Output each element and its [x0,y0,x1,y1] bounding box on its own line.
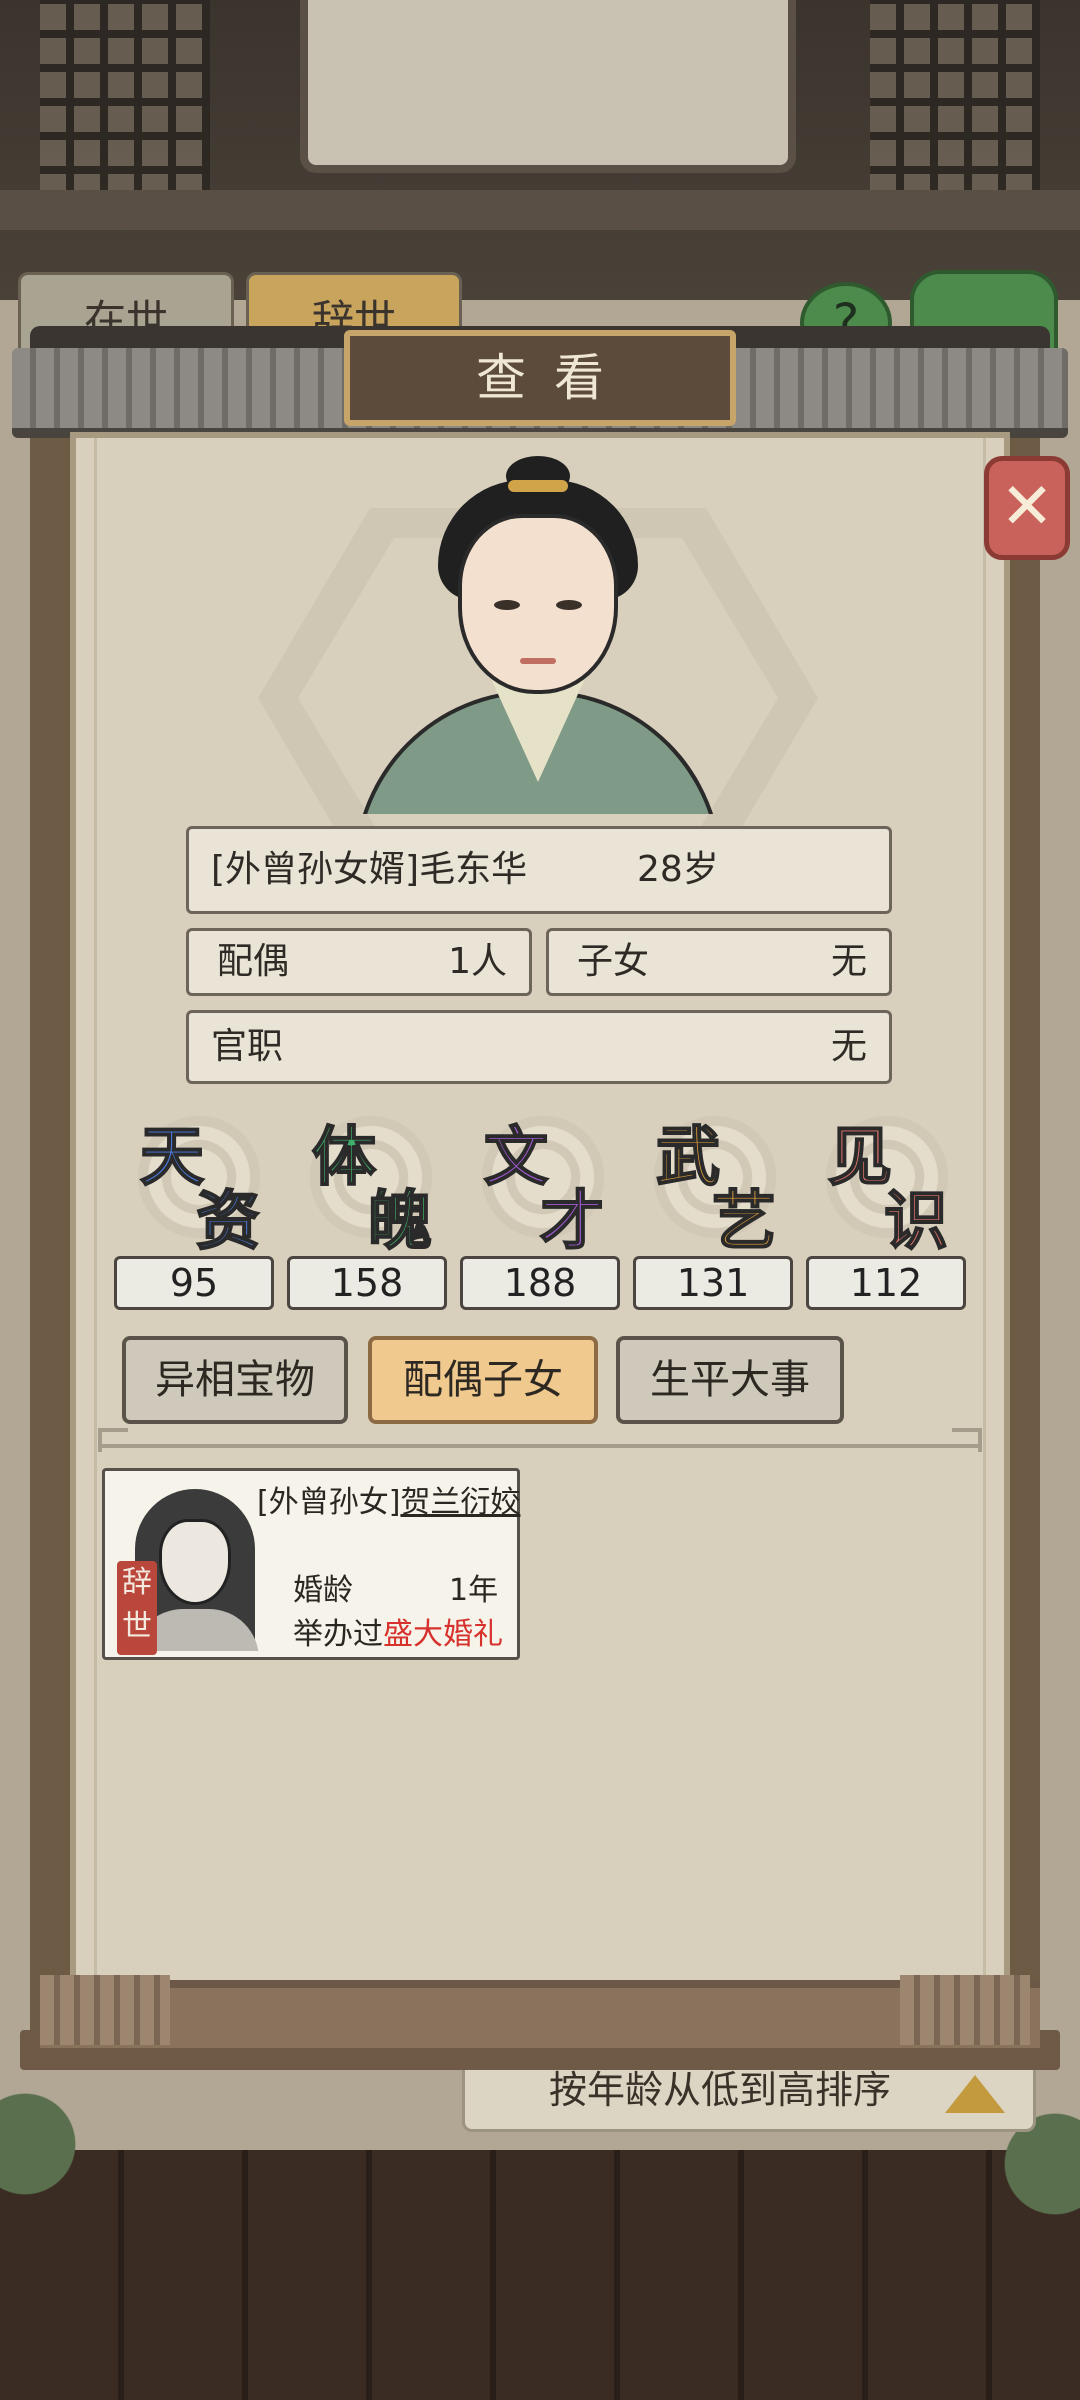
spouse-relation: [外曾孙女] [257,1485,401,1520]
stat-physique-char2: 魄 [367,1183,433,1260]
window-lattice-left [40,0,210,200]
character-age: 28岁 [637,849,719,890]
stat-talent-char1: 天 [139,1119,205,1196]
stat-physique-value: 158 [287,1256,447,1310]
children-box: 子女 无 [546,928,892,996]
stat-knowledge-value: 112 [806,1256,966,1310]
children-value: 无 [830,941,867,982]
marriage-value: 1年 [449,1573,499,1608]
stat-talent-value: 95 [114,1256,274,1310]
spouse-name-link[interactable]: 贺兰衍姣 [400,1485,520,1520]
spouse-card[interactable]: 辞世 [外曾孙女]贺兰衍姣 婚龄 1年 举办过盛大婚礼 [102,1468,520,1660]
marriage-duration-row: 婚龄 1年 [293,1565,498,1609]
stat-literary-char2: 才 [539,1183,605,1260]
close-icon: ✕ [1000,470,1054,544]
deceased-seal: 辞世 [117,1561,157,1655]
stat-physique-char1: 体 [311,1119,377,1196]
stat-martial-char1: 武 [655,1119,721,1196]
stat-knowledge: 见 识 [806,1108,958,1260]
triangle-up-icon [945,2075,1005,2113]
name-box: [外曾孙女婿]毛东华 28岁 [186,826,892,914]
stat-literary-value: 188 [460,1256,620,1310]
background-beam [0,190,1080,230]
stat-martial-char2: 艺 [711,1183,777,1260]
stat-martial: 武 艺 [634,1108,786,1260]
office-label: 官职 [211,1026,284,1067]
close-button[interactable]: ✕ [984,456,1070,560]
spouse-label: 配偶 [217,941,290,982]
tab-treasures[interactable]: 异相宝物 [122,1336,348,1424]
spouse-box: 配偶 1人 [186,928,532,996]
stat-physique: 体 魄 [290,1108,442,1260]
stat-knowledge-char1: 见 [827,1119,893,1196]
office-value: 无 [830,1026,867,1067]
stat-knowledge-char2: 识 [883,1183,949,1260]
dialog-railing [40,1980,1040,2048]
railing-post-right [900,1975,1030,2045]
window-lattice-right [870,0,1040,200]
background-floor [0,2150,1080,2400]
plant-left [0,2080,80,2240]
wedding-prefix: 举办过 [293,1617,383,1652]
stat-martial-value: 131 [633,1256,793,1310]
stat-talent: 天 资 [118,1108,270,1260]
spouse-name-line: [外曾孙女]贺兰衍姣 [257,1477,520,1521]
tab-spouse-children[interactable]: 配偶子女 [368,1336,598,1424]
children-label: 子女 [577,941,650,982]
office-box: 官职 无 [186,1010,892,1084]
wall-painting [300,0,796,173]
divider-corner-left [98,1428,128,1452]
section-divider [98,1444,982,1448]
wedding-row: 举办过盛大婚礼 [293,1609,503,1653]
tab-life-events[interactable]: 生平大事 [616,1336,844,1424]
divider-corner-right [952,1428,982,1452]
stat-literary-char1: 文 [483,1119,549,1196]
spouse-count: 1人 [448,941,507,982]
character-name: [外曾孙女婿]毛东华 [211,849,528,890]
railing-post-left [40,1975,170,2045]
character-portrait [348,450,728,814]
stat-talent-char2: 资 [195,1183,261,1260]
dialog-title: 查看 [344,330,736,426]
stat-literary: 文 才 [462,1108,614,1260]
wedding-type: 盛大婚礼 [383,1617,503,1652]
marriage-label: 婚龄 [293,1573,353,1608]
sort-label: 按年龄从低到高排序 [549,2068,892,2112]
